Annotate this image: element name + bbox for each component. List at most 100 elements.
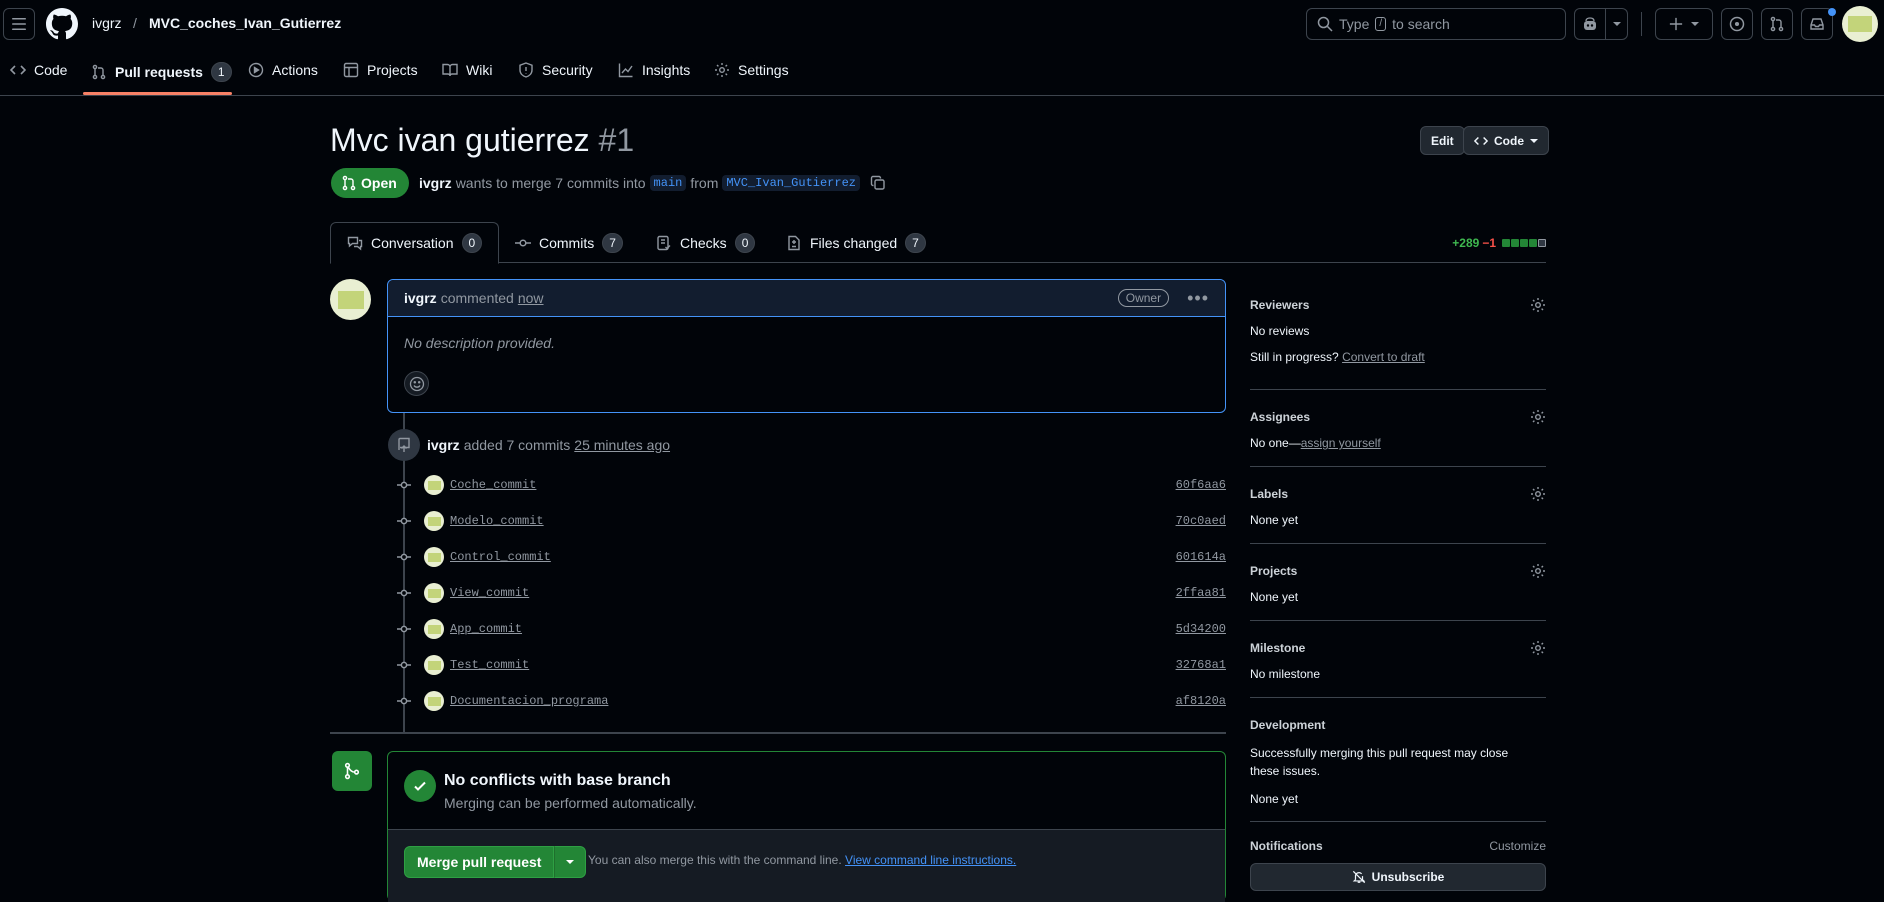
nav-pull-requests[interactable]: Pull requests 1 <box>91 62 232 82</box>
edit-label: Edit <box>1431 133 1454 148</box>
commit-row: Coche_commit 60f6aa6 <box>396 473 1226 497</box>
gear-icon[interactable] <box>1530 486 1546 502</box>
edit-button[interactable]: Edit <box>1420 126 1465 155</box>
comment-avatar[interactable] <box>330 279 371 320</box>
notifications-heading: Notifications <box>1250 839 1323 853</box>
breadcrumb-repo[interactable]: MVC_coches_Ivan_Gutierrez <box>149 15 341 31</box>
kebab-menu-icon[interactable]: ••• <box>1187 288 1209 309</box>
commit-author-avatar[interactable] <box>424 691 444 711</box>
github-logo-icon[interactable] <box>46 8 78 40</box>
git-commit-icon <box>515 238 531 247</box>
unsubscribe-button[interactable]: Unsubscribe <box>1250 863 1546 891</box>
nav-projects[interactable]: Projects <box>343 62 418 78</box>
commit-sha[interactable]: 60f6aa6 <box>1176 478 1226 492</box>
milestone-heading[interactable]: Milestone <box>1250 641 1305 655</box>
breadcrumb-owner[interactable]: ivgrz <box>92 15 122 31</box>
copy-icon[interactable] <box>870 175 886 191</box>
pr-number: #1 <box>598 122 635 158</box>
comment-time[interactable]: now <box>518 290 544 306</box>
check-circle-icon <box>404 770 436 802</box>
development-value: None yet <box>1250 792 1299 806</box>
commit-message[interactable]: Control_commit <box>450 550 551 564</box>
merge-button-group: Merge pull request <box>404 846 587 878</box>
commit-message[interactable]: Documentacion_programa <box>450 694 608 708</box>
commit-sha[interactable]: 32768a1 <box>1176 658 1226 672</box>
assign-yourself-link[interactable]: assign yourself <box>1301 436 1381 450</box>
assignees-heading[interactable]: Assignees <box>1250 410 1310 424</box>
gear-icon[interactable] <box>1530 409 1546 425</box>
chevron-down-icon <box>566 860 575 864</box>
nav-code[interactable]: Code <box>10 62 67 78</box>
commit-sha[interactable]: af8120a <box>1176 694 1226 708</box>
menu-button[interactable] <box>3 8 35 40</box>
file-diff-icon <box>788 235 800 250</box>
search-icon <box>1317 16 1333 32</box>
commit-message[interactable]: Test_commit <box>450 658 529 672</box>
search-shortcut-key: / <box>1375 17 1387 31</box>
shield-icon <box>519 62 533 78</box>
labels-heading[interactable]: Labels <box>1250 487 1288 501</box>
projects-heading[interactable]: Projects <box>1250 564 1297 578</box>
nav-wiki[interactable]: Wiki <box>442 62 492 78</box>
development-description: Successfully merging this pull request m… <box>1250 746 1509 778</box>
copilot-button[interactable] <box>1574 8 1606 40</box>
commit-message[interactable]: View_commit <box>450 586 529 600</box>
commit-sha[interactable]: 601614a <box>1176 550 1226 564</box>
nav-settings-label: Settings <box>738 62 789 78</box>
diffstat-deletions: −1 <box>1482 236 1496 250</box>
search-input[interactable]: Type / to search <box>1306 8 1566 40</box>
copilot-dropdown[interactable] <box>1606 8 1628 40</box>
reviewers-heading[interactable]: Reviewers <box>1250 298 1309 312</box>
customize-notifications-link[interactable]: Customize <box>1489 839 1546 853</box>
commit-author-avatar[interactable] <box>424 583 444 603</box>
diffstat-blocks <box>1502 239 1546 247</box>
pull-requests-button[interactable] <box>1761 8 1793 40</box>
tab-checks[interactable]: Checks 0 <box>640 222 771 263</box>
commit-author-avatar[interactable] <box>424 655 444 675</box>
tab-conversation[interactable]: Conversation 0 <box>330 222 500 264</box>
create-new-button[interactable] <box>1655 8 1713 40</box>
diffstat-additions: +289 <box>1452 236 1480 250</box>
user-avatar[interactable] <box>1842 6 1878 42</box>
gear-icon[interactable] <box>1530 563 1546 579</box>
pr-description-comment: ivgrz commented now Owner ••• No descrip… <box>387 279 1226 413</box>
repo-nav: Code Pull requests 1 Actions Projects Wi… <box>0 48 1884 96</box>
command-line-instructions-link[interactable]: View command line instructions. <box>845 853 1016 867</box>
tab-commits-count: 7 <box>602 232 623 253</box>
merge-method-dropdown[interactable] <box>554 846 587 878</box>
commit-author-avatar[interactable] <box>424 547 444 567</box>
nav-security[interactable]: Security <box>518 62 593 78</box>
gear-icon[interactable] <box>1530 297 1546 313</box>
pr-author[interactable]: ivgrz <box>419 175 452 191</box>
convert-to-draft-link[interactable]: Convert to draft <box>1342 350 1425 364</box>
tab-files-changed[interactable]: Files changed 7 <box>770 222 942 263</box>
event-time[interactable]: 25 minutes ago <box>574 437 670 453</box>
nav-settings[interactable]: Settings <box>714 62 789 78</box>
commit-author-avatar[interactable] <box>424 619 444 639</box>
sidebar-milestone: Milestone No milestone <box>1250 621 1546 698</box>
commit-author-avatar[interactable] <box>424 511 444 531</box>
commit-message[interactable]: Modelo_commit <box>450 514 544 528</box>
event-author[interactable]: ivgrz <box>427 437 460 453</box>
commit-sha[interactable]: 2ffaa81 <box>1176 586 1226 600</box>
nav-actions[interactable]: Actions <box>248 62 318 78</box>
nav-insights[interactable]: Insights <box>618 62 690 78</box>
commit-sha[interactable]: 70c0aed <box>1176 514 1226 528</box>
gear-icon[interactable] <box>1530 640 1546 656</box>
commit-author-avatar[interactable] <box>424 475 444 495</box>
add-reaction-button[interactable] <box>404 371 429 396</box>
base-branch[interactable]: main <box>649 175 687 191</box>
gear-icon <box>715 63 729 77</box>
tab-commits[interactable]: Commits 7 <box>499 222 639 263</box>
merge-pull-request-button[interactable]: Merge pull request <box>404 846 555 878</box>
head-branch[interactable]: MVC_Ivan_Gutierrez <box>722 175 860 191</box>
code-button[interactable]: Code <box>1463 126 1549 155</box>
pr-state-label: Open <box>361 175 397 191</box>
unsubscribe-label: Unsubscribe <box>1371 870 1445 884</box>
comment-author[interactable]: ivgrz <box>404 290 437 306</box>
commit-message[interactable]: Coche_commit <box>450 478 536 492</box>
issues-button[interactable] <box>1721 8 1753 40</box>
commit-sha[interactable]: 5d34200 <box>1176 622 1226 636</box>
commit-message[interactable]: App_commit <box>450 622 522 636</box>
merge-hint-text: You can also merge this with the command… <box>588 853 842 867</box>
